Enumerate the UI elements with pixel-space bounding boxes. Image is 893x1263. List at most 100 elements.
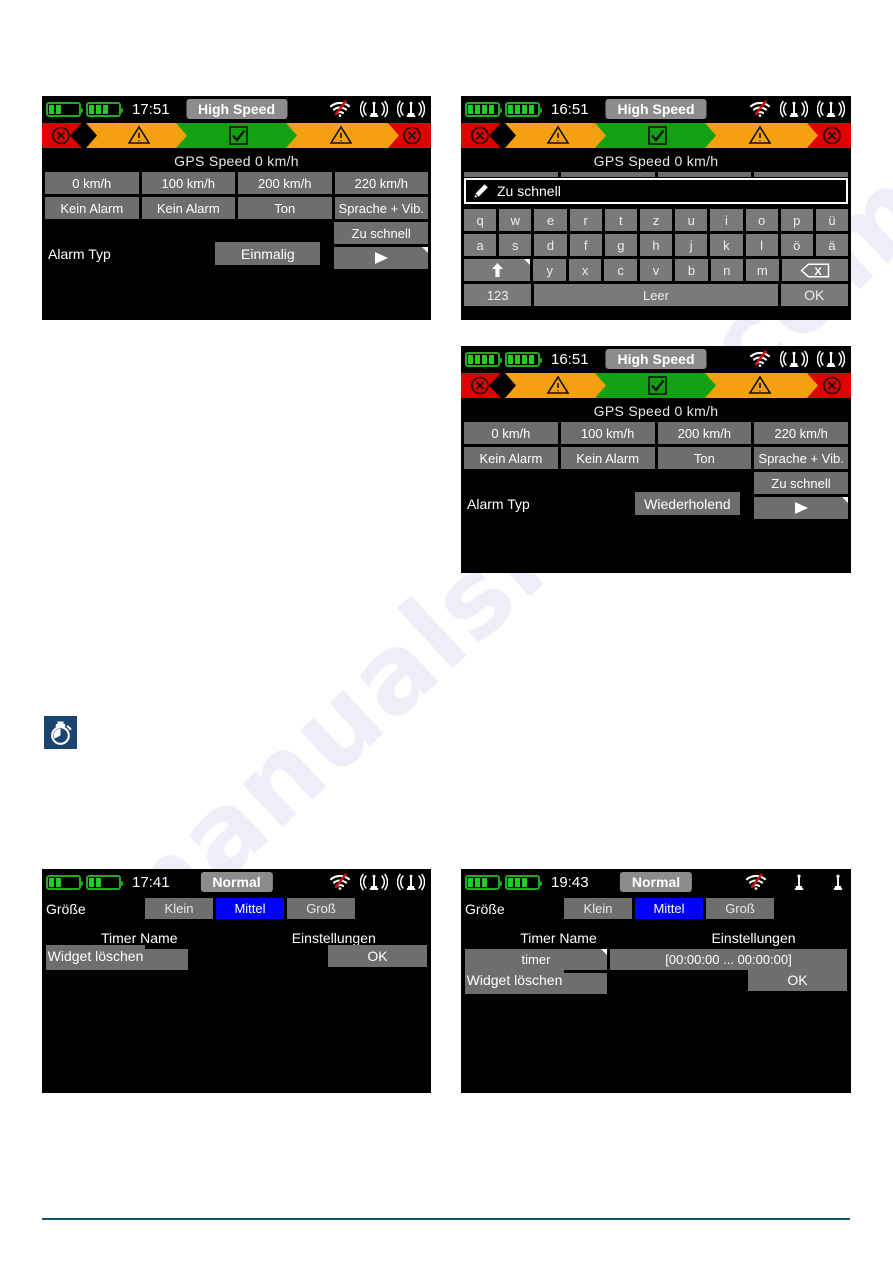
key-t[interactable]: t	[604, 209, 637, 231]
key-w[interactable]: w	[499, 209, 532, 231]
timer-name-button[interactable]: timer	[465, 949, 607, 970]
key-k[interactable]: k	[710, 234, 743, 256]
key-aumlaut[interactable]: ä	[815, 234, 849, 256]
key-c[interactable]: c	[604, 259, 637, 281]
key-n[interactable]: n	[710, 259, 744, 281]
key-q[interactable]: q	[464, 209, 497, 231]
backspace-key[interactable]: X	[781, 259, 849, 281]
column-header-timer-name: Timer Name	[520, 930, 597, 946]
alarm-button-3[interactable]: Ton	[238, 197, 332, 219]
alarm-message-button[interactable]: Zu schnell	[334, 222, 428, 244]
key-a[interactable]: a	[464, 234, 497, 256]
ok-button[interactable]: OK	[748, 969, 847, 991]
key-p[interactable]: p	[780, 209, 813, 231]
key-v[interactable]: v	[639, 259, 673, 281]
alarm-button-2[interactable]: Kein Alarm	[560, 447, 655, 469]
key-u[interactable]: u	[675, 209, 708, 231]
alarm-button-1[interactable]: Kein Alarm	[464, 447, 558, 469]
status-icons	[749, 100, 847, 118]
key-f[interactable]: f	[569, 234, 602, 256]
key-r[interactable]: r	[569, 209, 602, 231]
mode-chip[interactable]: High Speed	[185, 99, 288, 119]
speed-threshold-row: 0 km/h 100 km/h 200 km/h 220 km/h	[461, 422, 851, 444]
text-input-field[interactable]: Zu schnell	[464, 178, 848, 204]
alarm-message-button[interactable]: Zu schnell	[754, 472, 848, 494]
numeric-key[interactable]: 123	[464, 284, 532, 306]
shift-up-arrow-icon	[491, 263, 503, 277]
size-option-klein[interactable]: Klein	[564, 898, 632, 919]
screen-body: Größe Klein Mittel Groß Timer Name Einst…	[461, 897, 851, 994]
status-bar: 16:51 High Speed	[461, 96, 851, 122]
delete-widget-button[interactable]: Widget löschen	[46, 945, 145, 967]
key-x[interactable]: x	[568, 259, 602, 281]
mode-chip[interactable]: High Speed	[605, 99, 707, 119]
speed-button-2[interactable]: 100 km/h	[560, 422, 655, 444]
size-option-mittel[interactable]: Mittel	[216, 898, 284, 919]
obscured-button-4	[754, 172, 848, 177]
ok-button[interactable]: OK	[328, 945, 427, 967]
key-z[interactable]: z	[639, 209, 673, 231]
key-y[interactable]: y	[533, 259, 566, 281]
wifi-off-icon	[329, 100, 351, 117]
size-option-klein[interactable]: Klein	[145, 898, 213, 919]
key-g[interactable]: g	[604, 234, 637, 256]
size-option-mittel[interactable]: Mittel	[635, 898, 703, 919]
mode-chip[interactable]: Normal	[200, 872, 273, 892]
keyboard-row-3: y x c v b n m X	[461, 259, 851, 281]
mode-chip[interactable]: Normal	[619, 872, 693, 892]
key-e[interactable]: e	[534, 209, 567, 231]
alarm-button-1[interactable]: Kein Alarm	[45, 197, 139, 219]
alarm-type-value-button[interactable]: Einmalig	[215, 242, 321, 265]
key-h[interactable]: h	[639, 234, 673, 256]
timer-settings-button[interactable]: [00:00:00 ... 00:00:00]	[610, 949, 847, 970]
mode-chip[interactable]: High Speed	[605, 349, 707, 369]
keyboard-row-4: 123 Leer OK	[461, 284, 851, 306]
speed-button-4[interactable]: 220 km/h	[334, 172, 428, 194]
obscured-button-3	[657, 172, 752, 177]
status-clock: 19:43	[551, 873, 589, 891]
status-bar: 17:51 High Speed	[42, 96, 431, 122]
key-oumlaut[interactable]: ö	[780, 234, 813, 256]
gps-speed-readout: GPS Speed 0 km/h	[174, 153, 299, 169]
speed-button-3[interactable]: 200 km/h	[657, 422, 752, 444]
footer-divider	[42, 1218, 850, 1220]
antenna-signal-icon	[780, 350, 808, 368]
delete-widget-button[interactable]: Widget löschen	[465, 969, 564, 991]
alarm-mode-row: Kein Alarm Kein Alarm Ton Sprache + Vib.	[42, 197, 431, 219]
alarm-type-label: Alarm Typ	[467, 495, 530, 512]
ok-key[interactable]: OK	[780, 284, 848, 306]
widget-size-row: Größe Klein Mittel Groß	[461, 897, 851, 920]
speed-button-1[interactable]: 0 km/h	[464, 422, 558, 444]
battery-icon-2	[505, 874, 542, 890]
key-s[interactable]: s	[499, 234, 532, 256]
alarm-button-4[interactable]: Sprache + Vib.	[334, 197, 428, 219]
shift-key[interactable]	[464, 259, 531, 281]
alarm-type-value-button[interactable]: Wiederholend	[634, 492, 740, 515]
key-j[interactable]: j	[675, 234, 708, 256]
key-uumlaut[interactable]: ü	[815, 209, 849, 231]
speed-button-4[interactable]: 220 km/h	[754, 422, 848, 444]
key-l[interactable]: l	[745, 234, 778, 256]
alarm-button-4[interactable]: Sprache + Vib.	[754, 447, 848, 469]
alarm-button-3[interactable]: Ton	[657, 447, 752, 469]
alarm-mode-row: Kein Alarm Kein Alarm Ton Sprache + Vib.	[461, 447, 851, 469]
alarm-button-2[interactable]: Kein Alarm	[141, 197, 235, 219]
speed-button-1[interactable]: 0 km/h	[45, 172, 139, 194]
key-m[interactable]: m	[746, 259, 779, 281]
key-b[interactable]: b	[675, 259, 708, 281]
battery-icon-2	[505, 351, 542, 367]
screen-body: GPS Speed 0 km/h 0 km/h 100 km/h 200 km/…	[42, 149, 431, 269]
speed-button-2[interactable]: 100 km/h	[141, 172, 235, 194]
size-option-gross[interactable]: Groß	[706, 898, 774, 919]
key-i[interactable]: i	[710, 209, 743, 231]
size-option-gross[interactable]: Groß	[287, 898, 355, 919]
keyboard-row-1: q w e r t z u i o p ü	[461, 209, 851, 231]
message-row: Zu schnell	[461, 472, 851, 494]
key-d[interactable]: d	[534, 234, 567, 256]
space-key[interactable]: Leer	[534, 284, 778, 306]
speed-button-3[interactable]: 200 km/h	[238, 172, 332, 194]
antenna-signal-icon	[360, 100, 388, 118]
battery-icon-2	[86, 101, 123, 117]
key-o[interactable]: o	[745, 209, 778, 231]
backspace-icon: X	[800, 262, 830, 278]
